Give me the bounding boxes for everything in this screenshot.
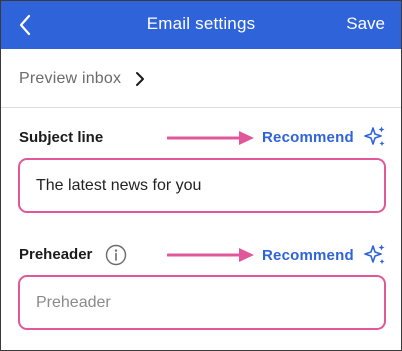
preheader-label: Preheader — [19, 246, 93, 263]
sparkle-icon — [364, 244, 385, 264]
email-settings-screen: Email settings Save Preview inbox Subjec… — [0, 0, 402, 351]
preview-inbox-label: Preview inbox — [19, 69, 122, 87]
preheader-input[interactable] — [18, 275, 386, 330]
section-divider — [1, 107, 401, 108]
arrow-right-icon — [167, 131, 254, 145]
save-button[interactable]: Save — [346, 14, 385, 34]
preheader-recommend-button[interactable]: Recommend — [262, 243, 387, 267]
recommend-label: Recommend — [262, 128, 354, 146]
page-title: Email settings — [146, 14, 256, 33]
app-header: Email settings Save — [1, 1, 401, 49]
info-icon[interactable] — [105, 244, 127, 266]
sparkle-icon — [364, 126, 385, 146]
preview-inbox-row[interactable]: Preview inbox — [1, 49, 401, 108]
subject-line-input[interactable] — [18, 158, 386, 213]
subject-recommend-button[interactable]: Recommend — [262, 125, 387, 149]
arrow-right-icon — [167, 248, 254, 262]
chevron-right-icon — [135, 71, 145, 87]
subject-line-label: Subject line — [19, 129, 104, 146]
recommend-label: Recommend — [262, 246, 354, 264]
